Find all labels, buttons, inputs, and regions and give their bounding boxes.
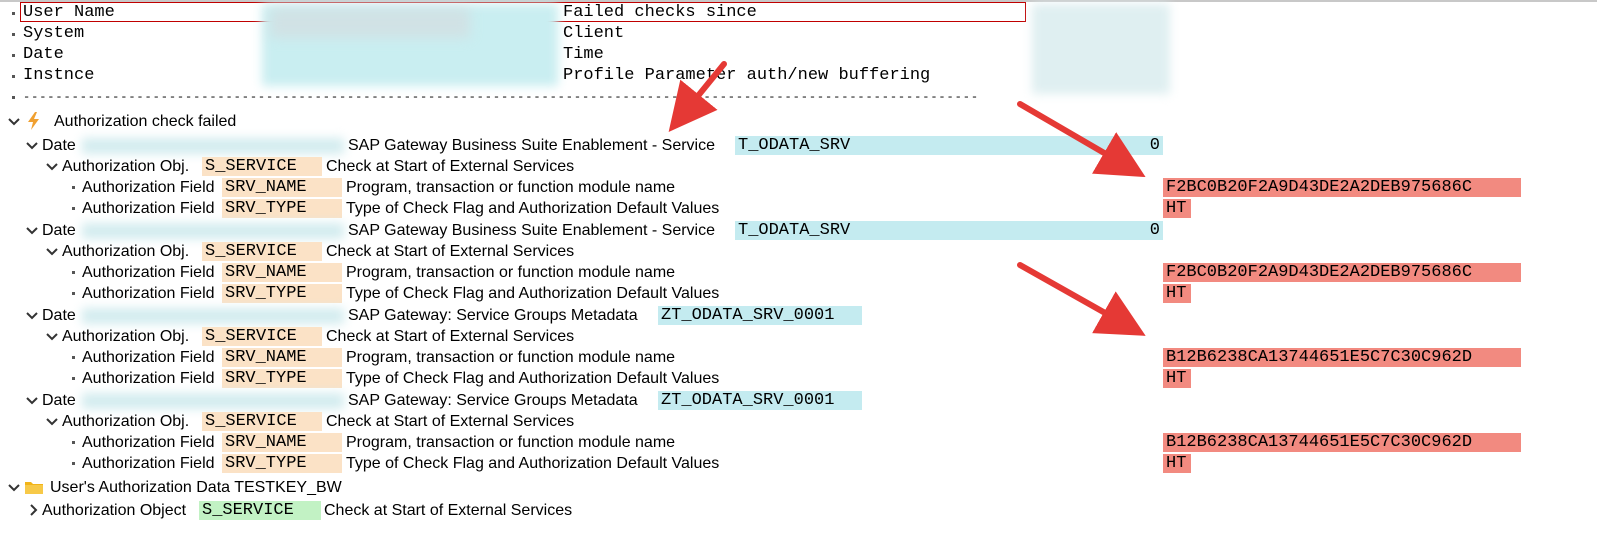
arrow-annotation xyxy=(668,61,1146,336)
